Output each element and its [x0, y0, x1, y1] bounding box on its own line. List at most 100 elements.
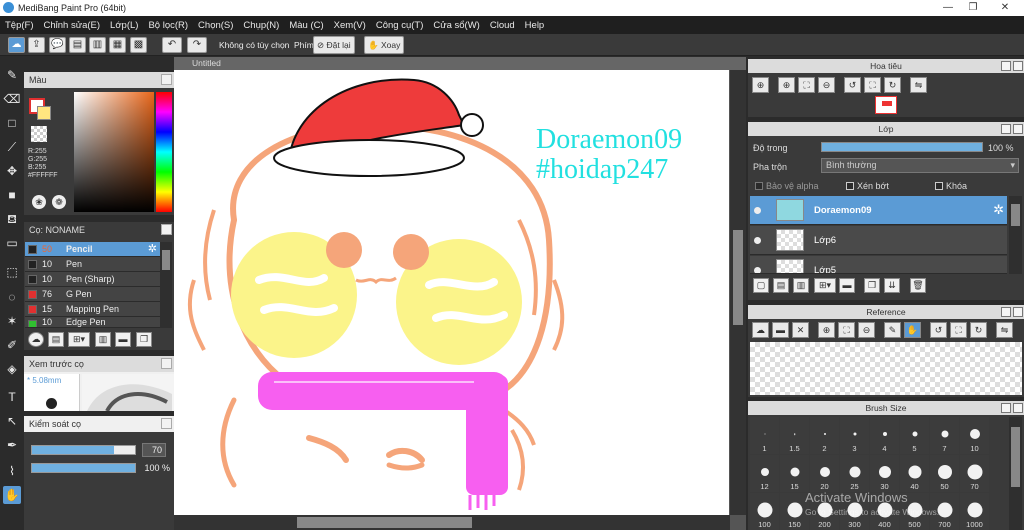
menu-filter[interactable]: Bộ lọc(R) — [143, 20, 193, 31]
reference-zoom-out-icon[interactable]: ⊖ — [858, 322, 875, 338]
brush-item[interactable]: 10 Pen (Sharp) — [25, 272, 160, 287]
background-color-swatch[interactable] — [37, 106, 51, 120]
layer-settings-gear-icon[interactable]: ✲ — [993, 202, 1004, 218]
menu-help[interactable]: Help — [520, 20, 550, 31]
close-button[interactable]: ✕ — [990, 0, 1020, 16]
brush-tool-icon[interactable]: ✎ — [3, 66, 21, 84]
operation-tool-icon[interactable]: ↖ — [3, 412, 21, 430]
brush-size-slider[interactable] — [31, 445, 136, 455]
menu-snap[interactable]: Chụp(N) — [238, 20, 284, 31]
layer-row[interactable]: Lớp5 — [750, 256, 1007, 274]
layer-list-scrollbar[interactable] — [1009, 196, 1022, 274]
fill-rect-tool-icon[interactable]: ■ — [3, 186, 21, 204]
undock-icon[interactable] — [1001, 61, 1011, 71]
brush-folder-icon[interactable]: ▤ — [48, 332, 64, 347]
reference-fit-icon[interactable]: ⛶ — [838, 322, 855, 338]
menu-view[interactable]: Xem(V) — [329, 20, 371, 31]
visibility-icon[interactable] — [754, 267, 761, 273]
scrollbar-thumb[interactable] — [1011, 427, 1020, 487]
scrollbar-thumb[interactable] — [1011, 204, 1020, 226]
brush-size-cell[interactable]: 1000 — [960, 493, 989, 530]
settings-gear-icon[interactable]: ✲ — [148, 242, 157, 257]
brush-cloud-icon[interactable]: ☁ — [28, 332, 44, 347]
brush-size-cell[interactable]: 10 — [960, 417, 989, 454]
blend-mode-select[interactable]: Bình thường ▾ — [821, 158, 1019, 173]
palette-icon[interactable]: ❀ — [32, 195, 46, 209]
brush-size-cell[interactable]: 100 — [750, 493, 779, 530]
select-pen-tool-icon[interactable]: ✐ — [3, 336, 21, 354]
brush-opacity-slider[interactable] — [31, 463, 136, 473]
layer-row[interactable]: Lớp6 — [750, 226, 1007, 255]
delete-layer-icon[interactable]: 🗑 — [910, 278, 926, 293]
move-tool-icon[interactable]: ✥ — [3, 162, 21, 180]
reset-button[interactable]: ⊘ Đặt lại — [313, 36, 355, 54]
redo-icon[interactable]: ↷ — [187, 37, 207, 53]
comment-icon[interactable]: ▤ — [69, 37, 86, 53]
scrollbar-thumb[interactable] — [297, 517, 472, 528]
menu-tools[interactable]: Công cụ(T) — [371, 20, 429, 31]
brush-item[interactable]: 10 Pen — [25, 257, 160, 272]
hand-tool-icon[interactable]: ✋ — [3, 486, 21, 504]
clipping-checkbox[interactable]: Xén bớt — [846, 181, 889, 191]
new-halftone-layer-icon[interactable]: ▤ — [773, 278, 789, 293]
brush-list-scrollbar[interactable] — [160, 242, 172, 328]
menu-color[interactable]: Màu (C) — [284, 20, 328, 31]
reference-flip-icon[interactable]: ⇋ — [996, 322, 1013, 338]
reference-rotate-right-icon[interactable]: ↻ — [970, 322, 987, 338]
lock-checkbox[interactable]: Khóa — [935, 181, 967, 191]
brush-size-cell[interactable]: 5 — [900, 417, 929, 454]
brush-add-icon[interactable]: ⊞▾ — [68, 332, 90, 347]
menu-select[interactable]: Chọn(S) — [193, 20, 238, 31]
brush-size-cell[interactable]: 20 — [810, 455, 839, 492]
brush-size-cell[interactable]: 7 — [930, 417, 959, 454]
reference-cloud-icon[interactable]: ☁ — [752, 322, 769, 338]
menu-edit[interactable]: Chỉnh sửa(E) — [39, 20, 106, 31]
zoom-out-icon[interactable]: ⊖ — [818, 77, 835, 93]
select-eraser-tool-icon[interactable]: ◈ — [3, 360, 21, 378]
line-tool-icon[interactable]: ⟋ — [3, 138, 21, 156]
fit-icon[interactable]: ⛶ — [798, 77, 815, 93]
reference-zoom-in-icon[interactable]: ⊕ — [818, 322, 835, 338]
reference-canvas[interactable] — [750, 342, 1022, 395]
zoom-in-icon[interactable]: ⊕ — [752, 77, 769, 93]
reference-open-icon[interactable]: ▬ — [772, 322, 789, 338]
panel-close-icon[interactable] — [161, 74, 172, 85]
brush-size-cell[interactable]: 12 — [750, 455, 779, 492]
brush-size-cell[interactable]: 4 — [870, 417, 899, 454]
brush-size-cell[interactable]: 2 — [810, 417, 839, 454]
brush-duplicate-icon[interactable]: ❐ — [136, 332, 152, 347]
brush-size-scrollbar[interactable] — [1009, 417, 1022, 530]
brush-size-cell[interactable]: 1 — [750, 417, 779, 454]
zoom-in-icon[interactable]: ⊕ — [778, 77, 795, 93]
magic-wand-tool-icon[interactable]: ✶ — [3, 312, 21, 330]
duplicate-layer-icon[interactable]: ❐ — [864, 278, 880, 293]
panel-close-icon[interactable] — [1013, 403, 1023, 413]
layer-opacity-slider[interactable] — [821, 142, 983, 152]
visibility-icon[interactable] — [754, 207, 761, 214]
canvas-horizontal-scrollbar[interactable] — [174, 515, 730, 530]
rotate-left-icon[interactable]: ↺ — [844, 77, 861, 93]
gradient-tool-icon[interactable]: ▭ — [3, 234, 21, 252]
select-tool-icon[interactable]: ⬚ — [3, 263, 21, 281]
reference-fullscreen-icon[interactable]: ⛶ — [950, 322, 967, 338]
panel-close-icon[interactable] — [161, 418, 172, 429]
merge-layer-icon[interactable]: ⇊ — [884, 278, 900, 293]
rectangle-tool-icon[interactable]: □ — [3, 114, 21, 132]
eraser-tool-icon[interactable]: ⌫ — [3, 90, 21, 108]
palette-add-icon[interactable]: ❁ — [52, 195, 66, 209]
brush-item[interactable]: 50 Pencil ✲ — [25, 242, 160, 257]
grid-icon[interactable]: ▩ — [130, 37, 147, 53]
panel-close-icon[interactable] — [161, 224, 172, 235]
export-icon[interactable]: ⇪ — [28, 37, 45, 53]
brush-size-cell[interactable]: 15 — [780, 455, 809, 492]
undo-icon[interactable]: ↶ — [162, 37, 182, 53]
layer-row[interactable]: Doraemon09 ✲ — [750, 196, 1007, 225]
menu-file[interactable]: Tệp(F) — [0, 20, 39, 31]
canvas-tab[interactable]: Untitled — [174, 57, 746, 70]
navigator-thumbnail[interactable] — [875, 96, 897, 114]
layer-add-dropdown-icon[interactable]: ⊞▾ — [814, 278, 836, 293]
brush-size-cell[interactable]: 1.5 — [780, 417, 809, 454]
brush-item[interactable]: 10 Edge Pen — [25, 317, 160, 328]
panel-close-icon[interactable] — [1013, 61, 1023, 71]
canvas-vertical-scrollbar[interactable] — [730, 70, 746, 515]
